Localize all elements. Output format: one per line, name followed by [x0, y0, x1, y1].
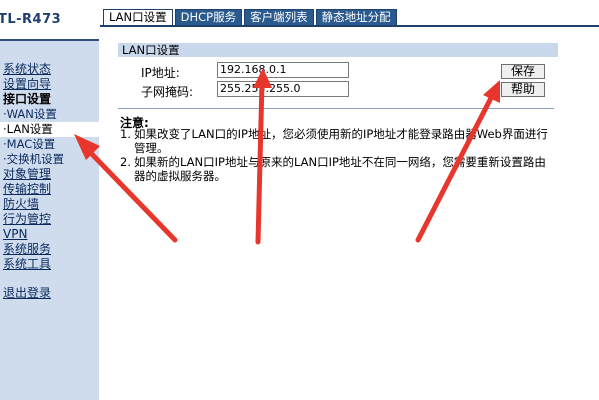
help-button[interactable]: 帮助 — [501, 82, 545, 97]
sidebar-item-setup-wizard[interactable]: 设置向导 — [3, 77, 99, 92]
panel-title: LAN口设置 — [118, 43, 558, 57]
sidebar-item-system-services[interactable]: 系统服务 — [3, 242, 99, 257]
sidebar-item-system-tools[interactable]: 系统工具 — [3, 257, 99, 272]
note-text: 如果新的LAN口IP地址与原来的LAN口IP地址不在同一网络，您需要重新设置路由… — [134, 155, 546, 183]
tab-lan-settings[interactable]: LAN口设置 — [103, 9, 173, 25]
sidebar-item-object-management[interactable]: 对象管理 — [3, 167, 99, 182]
note-text: 如果改变了LAN口的IP地址，您必须使用新的IP地址才能登录路由器Web界面进行… — [134, 127, 548, 155]
note-number: 1. — [120, 127, 131, 141]
tab-static-address[interactable]: 静态地址分配 — [315, 9, 397, 25]
note-item: 2. 如果新的LAN口IP地址与原来的LAN口IP地址不在同一网络，您需要重新设… — [120, 155, 556, 183]
tab-dhcp-service[interactable]: DHCP服务 — [174, 9, 243, 25]
tab-client-list[interactable]: 客户端列表 — [244, 9, 314, 25]
sidebar-item-wan-settings[interactable]: ·WAN设置 — [3, 107, 99, 122]
tab-divider — [100, 25, 599, 27]
sidebar-item-vpn[interactable]: VPN — [3, 227, 99, 242]
sidebar-item-system-status[interactable]: 系统状态 — [3, 62, 99, 77]
sidebar-item-lan-settings[interactable]: ·LAN设置 — [0, 122, 99, 137]
note-number: 2. — [120, 155, 131, 169]
sidebar-item-logout[interactable]: 退出登录 — [3, 286, 99, 301]
subnet-mask-label: 子网掩码: — [141, 85, 194, 99]
save-button[interactable]: 保存 — [501, 64, 545, 79]
sidebar-menu: 系统状态 设置向导 接口设置 ·WAN设置 ·LAN设置 ·MAC设置 ·交换机… — [0, 62, 99, 301]
sidebar-item-mac-settings[interactable]: ·MAC设置 — [3, 137, 99, 152]
section-divider — [118, 108, 554, 109]
tab-bar: LAN口设置 DHCP服务 客户端列表 静态地址分配 — [103, 9, 399, 25]
note-item: 1. 如果改变了LAN口的IP地址，您必须使用新的IP地址才能登录路由器Web界… — [120, 127, 556, 155]
ip-address-label: IP地址: — [141, 66, 180, 80]
brand-header: TL-R473 — [0, 0, 99, 41]
sidebar-item-interface-settings[interactable]: 接口设置 — [3, 92, 99, 107]
sidebar-item-firewall[interactable]: 防火墙 — [3, 197, 99, 212]
sidebar-item-transmission-control[interactable]: 传输控制 — [3, 182, 99, 197]
sidebar: TL-R473 系统状态 设置向导 接口设置 ·WAN设置 ·LAN设置 ·MA… — [0, 0, 99, 400]
sidebar-item-behavior-control[interactable]: 行为管控 — [3, 212, 99, 227]
notes-list: 1. 如果改变了LAN口的IP地址，您必须使用新的IP地址才能登录路由器Web界… — [120, 127, 556, 183]
ip-address-input[interactable] — [217, 62, 349, 78]
subnet-mask-input[interactable] — [217, 81, 349, 97]
brand-logo: TL-R473 — [0, 12, 62, 27]
sidebar-item-switch-settings[interactable]: ·交换机设置 — [3, 152, 99, 167]
